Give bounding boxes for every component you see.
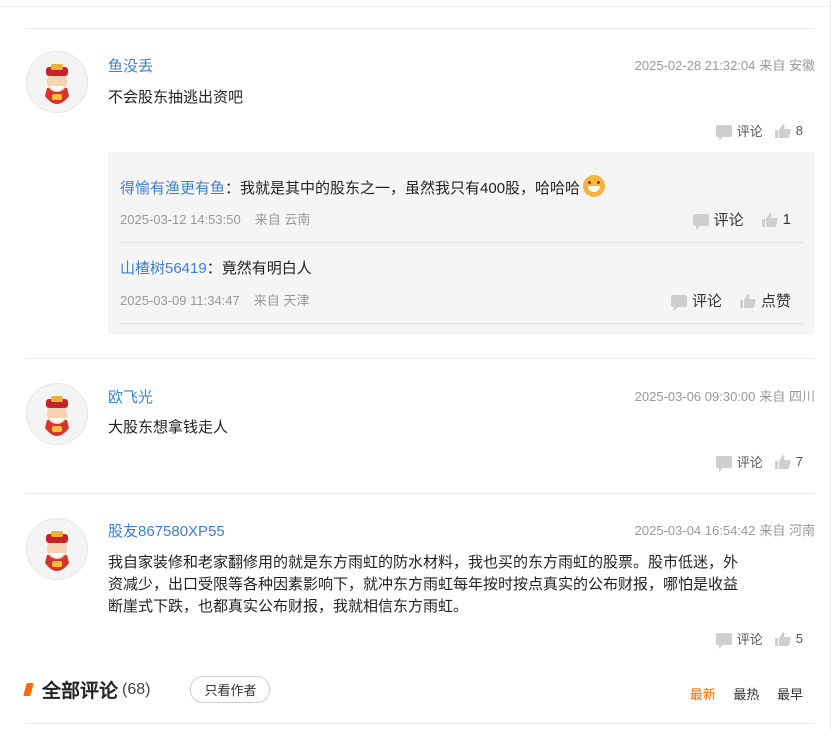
reply-username[interactable]: 得愉有渔更有鱼 [120, 180, 225, 197]
sort-earliest[interactable]: 最早 [777, 687, 803, 702]
username[interactable]: 股友867580XP55 [108, 520, 225, 541]
reply-comment-label: 评论 [713, 212, 744, 229]
reply-actions: 评论 点赞 [670, 290, 791, 311]
location: 来自 安徽 [759, 58, 815, 73]
reply-text: 我就是其中的股东之一，虽然我只有400股，哈哈哈 [240, 180, 581, 197]
reply-username[interactable]: 山楂树56419 [120, 260, 207, 277]
sort-hottest[interactable]: 最热 [733, 687, 759, 702]
reply-text: 竟然有明白人 [221, 260, 312, 277]
reply-divider [120, 323, 803, 324]
reply-comment-button[interactable]: 评论 [692, 209, 744, 230]
section-title: 全部评论 [42, 681, 119, 702]
comment-bubble-icon [715, 455, 732, 472]
divider [25, 723, 815, 724]
divider [25, 28, 815, 29]
reply-like-button[interactable]: 点赞 [739, 290, 791, 311]
comment-button[interactable]: 评论 [715, 452, 763, 472]
reply-timestamp: 2025-03-09 11:34:47 [120, 293, 240, 308]
comment-actions: 评论 7 [715, 452, 803, 472]
reply-location: 来自 云南 [254, 212, 311, 227]
reply-timestamp: 2025-03-12 14:53:50 [120, 212, 241, 227]
comment-button[interactable]: 评论 [715, 629, 763, 649]
comment-text-line: 断崖式下跌，也都真实公布财报，我就相信东方雨虹。 [108, 598, 469, 615]
like-button[interactable]: 7 [774, 454, 803, 469]
location: 来自 四川 [759, 389, 815, 404]
comment-bubble-icon [715, 124, 732, 141]
comment-bubble-icon [670, 294, 687, 311]
reply-like-button[interactable]: 1 [761, 211, 791, 228]
comment-bubble-icon [692, 213, 709, 230]
sort-newest[interactable]: 最新 [690, 687, 716, 702]
thumbs-up-icon [774, 454, 791, 469]
comment-timestamp: 2025-03-06 09:30:00 来自 四川 [635, 386, 815, 405]
comment-text: 大股东想拿钱走人 [108, 419, 229, 436]
comment-timestamp: 2025-03-04 16:54:42 来自 河南 [635, 520, 815, 539]
caishen-avatar-icon [45, 396, 69, 436]
reply-divider [120, 242, 803, 243]
section-marker-icon [23, 683, 34, 696]
reply-like-count: 1 [782, 211, 791, 228]
reply-comment-button[interactable]: 评论 [670, 290, 722, 311]
thumbs-up-icon [774, 123, 791, 138]
reply-item: 山楂树56419：竟然有明白人 [120, 257, 312, 278]
comment-label: 评论 [736, 455, 763, 470]
reply-separator: ： [206, 260, 222, 277]
only-author-button[interactable]: 只看作者 [190, 676, 271, 703]
divider [25, 493, 815, 494]
comment-count: (68) [122, 680, 151, 698]
like-button[interactable]: 5 [774, 631, 803, 646]
reply-meta: 2025-03-09 11:34:47 来自 天津 [120, 290, 309, 309]
grinning-emoji-icon [583, 175, 606, 197]
divider [25, 358, 815, 359]
comment-text: 我自家装修和老家翻修用的就是东方雨虹的防水材料，我也买的东方雨虹的股票。股市低迷… [108, 552, 808, 618]
reply-like-label: 点赞 [760, 293, 791, 310]
reply-meta: 2025-03-12 14:53:50 来自 云南 [120, 209, 310, 228]
comment-bubble-icon [715, 632, 732, 649]
location: 来自 河南 [759, 523, 815, 538]
timestamp: 2025-03-04 16:54:42 [634, 523, 756, 538]
reply-location: 来自 天津 [253, 293, 310, 308]
avatar[interactable] [26, 51, 88, 113]
comment-text-line: 我自家装修和老家翻修用的就是东方雨虹的防水材料，我也买的东方雨虹的股票。股市低迷… [108, 554, 739, 571]
thumbs-up-icon [774, 631, 791, 646]
comment-button[interactable]: 评论 [715, 121, 763, 141]
comment-actions: 评论 5 [715, 629, 803, 649]
timestamp: 2025-02-28 21:32:04 [634, 58, 756, 73]
avatar[interactable] [26, 383, 88, 445]
username[interactable]: 欧飞光 [108, 386, 153, 407]
username[interactable]: 鱼没丢 [108, 55, 153, 76]
timestamp: 2025-03-06 09:30:00 [634, 389, 756, 404]
comment-label: 评论 [736, 124, 763, 139]
thumbs-up-icon [761, 212, 778, 227]
like-count: 8 [795, 123, 803, 138]
thumbs-up-icon [739, 293, 756, 308]
comment-actions: 评论 8 [715, 121, 803, 141]
like-count: 7 [795, 454, 803, 469]
caishen-avatar-icon [45, 64, 69, 104]
like-button[interactable]: 8 [774, 123, 803, 138]
top-border [0, 6, 831, 7]
sort-tabs: 最新 最热 最早 [676, 684, 803, 703]
like-count: 5 [795, 631, 803, 646]
comment-text-line: 资减少，出口受限等各种因素影响下，就冲东方雨虹每年按时按点真实的公布财报，哪怕是… [108, 576, 739, 593]
reply-comment-label: 评论 [691, 293, 722, 310]
all-comments-header: 全部评论 (68) 只看作者 [23, 676, 271, 703]
reply-list: 得愉有渔更有鱼：我就是其中的股东之一，虽然我只有400股，哈哈哈 2025-03… [108, 152, 815, 334]
caishen-avatar-icon [45, 531, 69, 571]
reply-separator: ： [225, 180, 241, 197]
comment-text: 不会股东抽逃出资吧 [108, 89, 244, 106]
avatar[interactable] [26, 518, 88, 580]
reply-actions: 评论 1 [692, 209, 791, 230]
comment-timestamp: 2025-02-28 21:32:04 来自 安徽 [635, 55, 815, 74]
comment-label: 评论 [736, 632, 763, 647]
reply-item: 得愉有渔更有鱼：我就是其中的股东之一，虽然我只有400股，哈哈哈 [120, 175, 606, 198]
